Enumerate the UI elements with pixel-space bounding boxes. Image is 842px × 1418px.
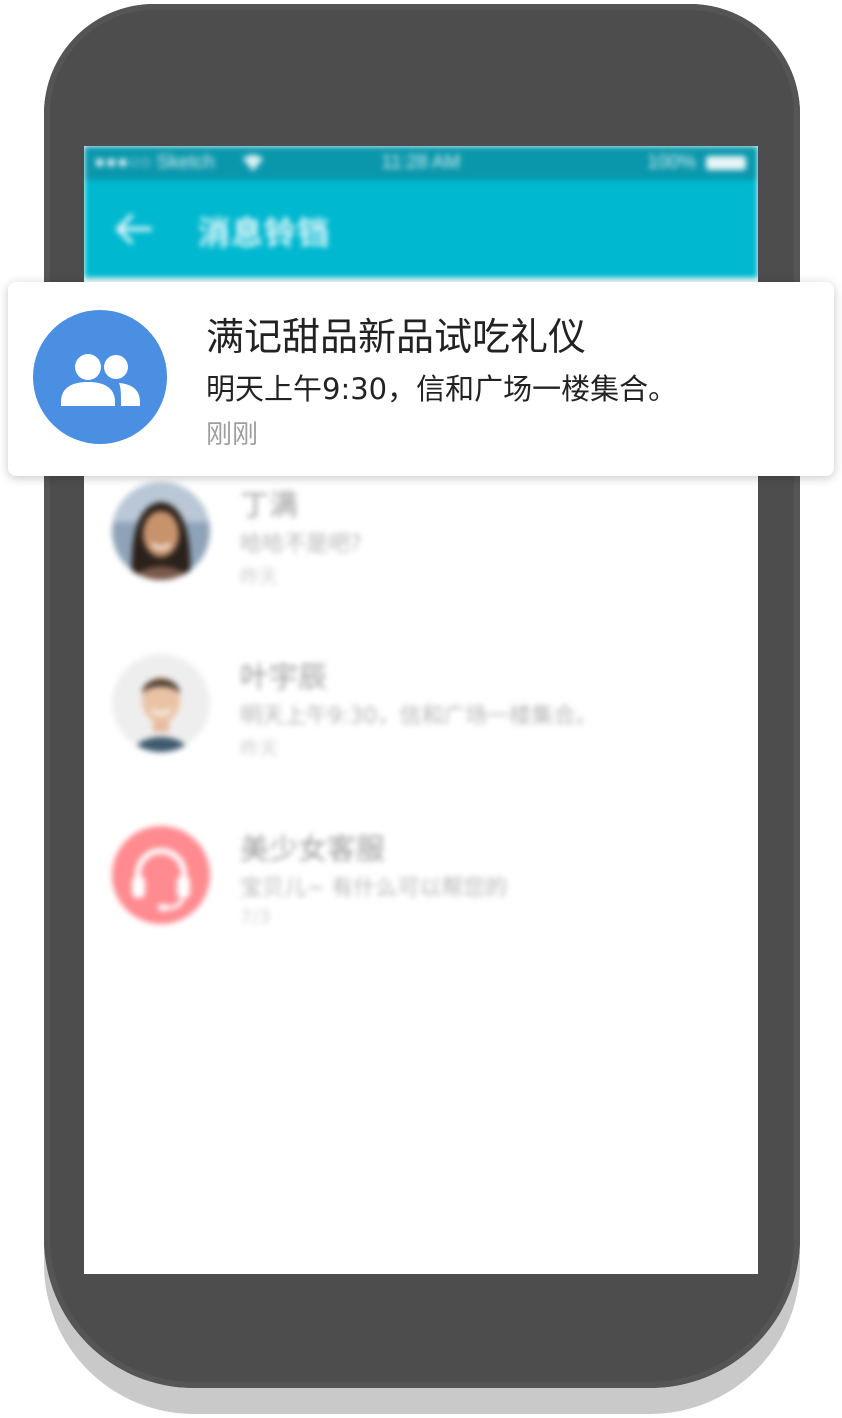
avatar	[112, 826, 210, 924]
conversation-time: 7/3	[240, 906, 271, 928]
status-bar: ●●●○○ Sketch 11:28 AM 100%	[84, 146, 758, 180]
conversation-name: 丁满	[240, 488, 299, 522]
app-bar: 消息铃铛	[84, 180, 758, 278]
conversation-time: 昨天	[240, 566, 279, 588]
notification-avatar	[33, 310, 167, 444]
conversation-name: 美少女客服	[240, 832, 386, 866]
back-arrow-icon[interactable]	[114, 212, 154, 246]
notification-body: 明天上午9:30，信和广场一楼集合。	[206, 372, 678, 406]
group-icon	[61, 354, 140, 406]
woman-photo-icon	[112, 482, 210, 580]
conversation-item[interactable]: 丁满 哈哈不是吧? 昨天	[84, 482, 758, 632]
conversation-message: 哈哈不是吧?	[240, 532, 362, 557]
push-notification[interactable]: 满记甜品新品试吃礼仪 明天上午9:30，信和广场一楼集合。 刚刚	[8, 282, 834, 476]
avatar	[112, 482, 210, 580]
conversation-message: 明天上午9:30，信和广场一楼集合。	[240, 704, 598, 729]
man-photo-icon	[112, 654, 210, 752]
conversation-message: 宝贝儿~ 有什么可以帮您的	[240, 876, 508, 901]
conversation-name: 叶宇辰	[240, 660, 328, 694]
headset-icon	[132, 848, 190, 911]
avatar	[112, 654, 210, 752]
notification-title: 满记甜品新品试吃礼仪	[206, 315, 587, 359]
battery-icon	[706, 156, 746, 170]
conversation-item[interactable]: 叶宇辰 明天上午9:30，信和广场一楼集合。 昨天	[84, 654, 758, 804]
conversation-item[interactable]: 美少女客服 宝贝儿~ 有什么可以帮您的 7/3	[84, 826, 758, 976]
notification-time: 刚刚	[206, 420, 259, 450]
conversation-time: 昨天	[240, 738, 279, 760]
status-battery-percent: 100%	[647, 152, 696, 173]
page-title: 消息铃铛	[198, 214, 331, 252]
